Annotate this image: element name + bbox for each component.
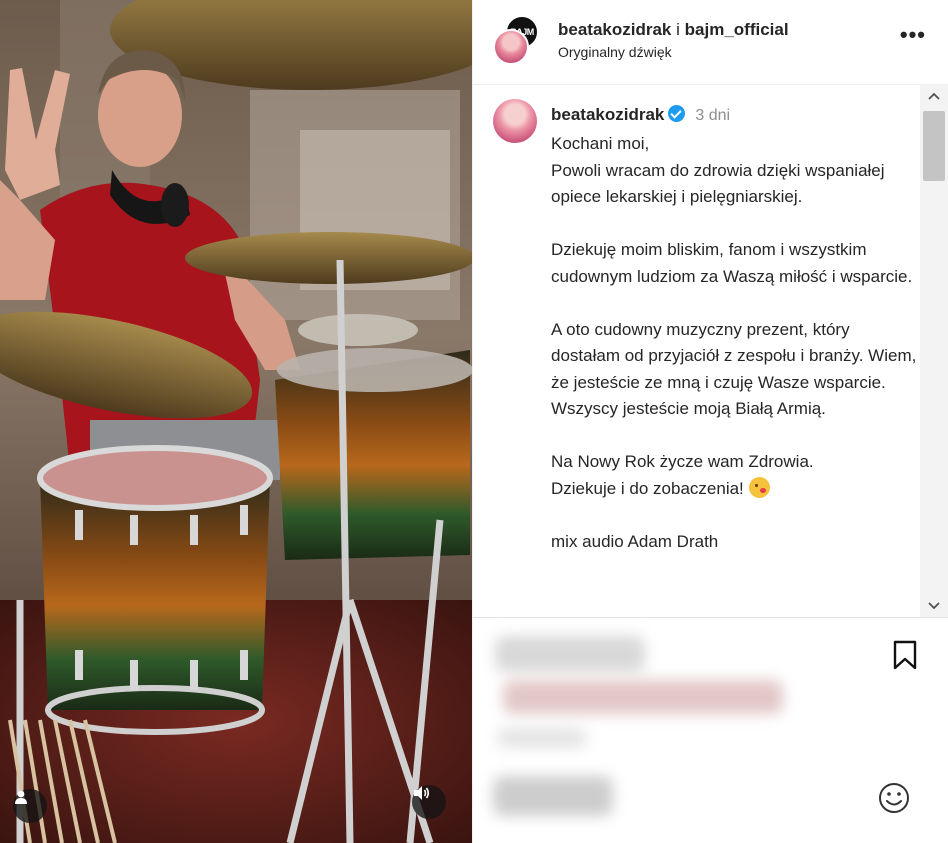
original-audio-link[interactable]: Oryginalny dźwięk — [558, 44, 672, 60]
sound-toggle-button[interactable] — [412, 785, 446, 819]
scroll-down-chevron-icon[interactable] — [920, 595, 948, 617]
blurred-comment-input — [493, 776, 613, 816]
verified-badge-icon — [668, 105, 686, 122]
caption-text: Kochani moi, Powoli wracam do zdrowia dz… — [551, 131, 921, 555]
post-header: BAJM beatakozidrak i bajm_official Orygi… — [473, 0, 948, 85]
caption-paragraph: Kochani moi, Powoli wracam do zdrowia dz… — [551, 134, 885, 206]
post-authors: beatakozidrak i bajm_official — [558, 20, 789, 40]
caption-paragraph: A oto cudowny muzyczny prezent, który do… — [551, 319, 917, 419]
caption-area: beatakozidrak 3 dni Kochani moi, Powoli w… — [473, 85, 929, 617]
caption-paragraph: mix audio Adam Drath — [551, 531, 719, 551]
smiley-icon[interactable] — [877, 781, 911, 815]
tag-people-button[interactable] — [13, 789, 47, 823]
drummer-photo — [0, 0, 472, 843]
more-options-button[interactable]: ••• — [900, 24, 926, 46]
winking-kiss-emoji-icon — [748, 476, 770, 498]
caption-paragraph: Na Nowy Rok życze wam Zdrowia. Dziekuje … — [551, 452, 814, 498]
collab-avatars[interactable]: BAJM — [493, 15, 539, 65]
blurred-likes-row — [503, 680, 783, 714]
author-joiner: i — [676, 20, 680, 39]
caption-avatar[interactable] — [493, 99, 537, 143]
blurred-date — [497, 728, 587, 748]
scroll-thumb[interactable] — [923, 111, 945, 181]
person-tag-icon — [15, 790, 27, 804]
author-link-primary[interactable]: beatakozidrak — [558, 20, 671, 39]
author-link-secondary[interactable]: bajm_official — [685, 20, 789, 39]
action-section — [473, 618, 948, 843]
caption-scrollbar[interactable] — [920, 85, 948, 617]
bookmark-icon[interactable] — [892, 640, 918, 670]
post-media[interactable] — [0, 0, 472, 843]
caption-timestamp[interactable]: 3 dni — [695, 107, 730, 124]
caption-header: beatakozidrak 3 dni — [551, 105, 730, 125]
caption-username[interactable]: beatakozidrak — [551, 105, 664, 124]
blurred-action-icons — [495, 636, 645, 672]
beatakozidrak-avatar[interactable] — [493, 29, 529, 65]
speaker-icon — [414, 786, 430, 800]
caption-paragraph: Dziekuję moim bliskim, fanom i wszystkim… — [551, 240, 913, 286]
scroll-up-chevron-icon[interactable] — [920, 85, 948, 107]
